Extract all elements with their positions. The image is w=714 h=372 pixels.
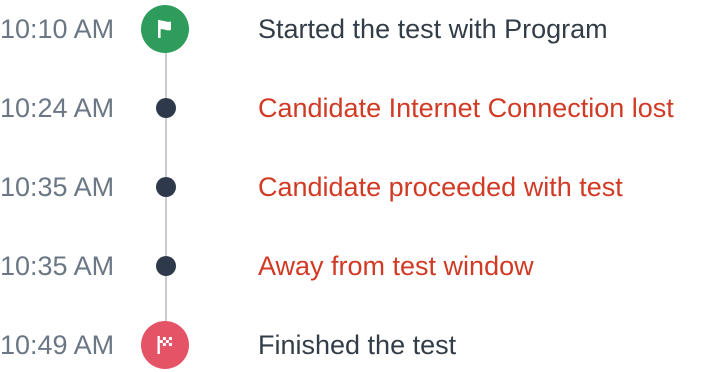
event-time: 10:35 AM xyxy=(0,251,115,281)
timeline-item-finished: 10:49 AM Finished the test xyxy=(0,321,714,369)
event-text: Candidate Internet Connection lost xyxy=(258,93,674,123)
timeline-dot xyxy=(156,98,176,118)
event-time: 10:35 AM xyxy=(0,172,115,202)
timeline-item-started: 10:10 AM Started the test with Program xyxy=(0,5,714,53)
timeline-item-proceeded: 10:35 AM Candidate proceeded with test xyxy=(0,167,714,207)
event-text: Finished the test xyxy=(258,330,457,360)
activity-timeline: 10:10 AM Started the test with Program 1… xyxy=(0,0,714,372)
flag-icon xyxy=(141,5,189,53)
checkered-flag-icon xyxy=(141,321,189,369)
event-time: 10:10 AM xyxy=(0,14,115,44)
event-text: Started the test with Program xyxy=(258,14,608,44)
event-text: Candidate proceeded with test xyxy=(258,172,623,202)
timeline-dot xyxy=(156,256,176,276)
timeline-item-away: 10:35 AM Away from test window xyxy=(0,246,714,286)
event-text: Away from test window xyxy=(258,251,534,281)
timeline-dot xyxy=(156,177,176,197)
event-time: 10:49 AM xyxy=(0,330,115,360)
event-time: 10:24 AM xyxy=(0,93,115,123)
timeline-item-connection-lost: 10:24 AM Candidate Internet Connection l… xyxy=(0,88,714,128)
